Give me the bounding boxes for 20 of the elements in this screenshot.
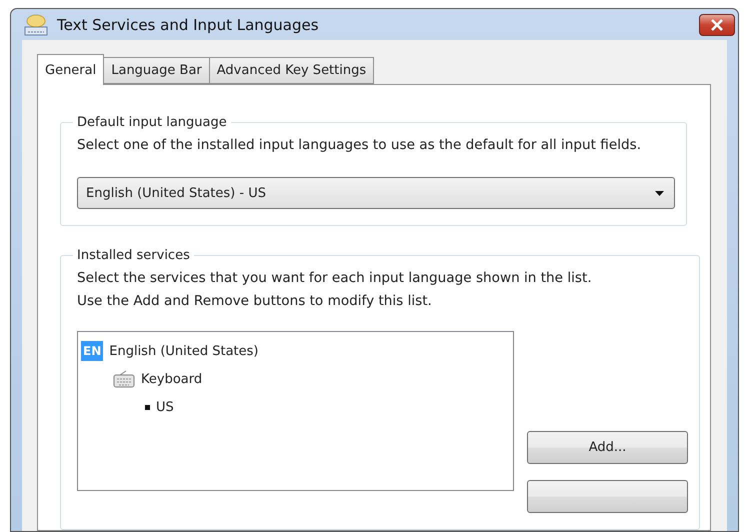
language-dropdown[interactable]: English (United States) - US — [77, 177, 675, 209]
add-button[interactable]: Add... — [527, 431, 688, 464]
tree-item[interactable]: English (United States) — [109, 344, 258, 358]
tab[interactable]: Advanced Key Settings — [208, 57, 374, 84]
dropdown-arrow-icon — [655, 190, 664, 196]
description-text: Select the services that you want for each input language shown in the list. Use the Add and Remove buttons to modify this list. — [77, 269, 593, 311]
tree-item[interactable]: US — [156, 400, 174, 414]
close-button[interactable] — [699, 14, 735, 36]
tab[interactable]: General — [37, 54, 104, 85]
bullet-icon — [145, 404, 150, 410]
push-button[interactable] — [527, 480, 688, 513]
close-icon — [710, 18, 724, 30]
tree-item[interactable]: Keyboard — [141, 372, 202, 386]
group-legend: Default input language — [73, 115, 231, 130]
keyboard-globe-icon — [23, 12, 49, 36]
keyboard-icon — [113, 370, 135, 388]
tab[interactable]: Language Bar — [103, 57, 210, 84]
description-text: Select one of the installed input languages to use as the default for all input fields. — [77, 136, 642, 155]
window-title: Text Services and Input Languages — [57, 16, 320, 34]
group-legend: Installed services — [73, 248, 194, 263]
